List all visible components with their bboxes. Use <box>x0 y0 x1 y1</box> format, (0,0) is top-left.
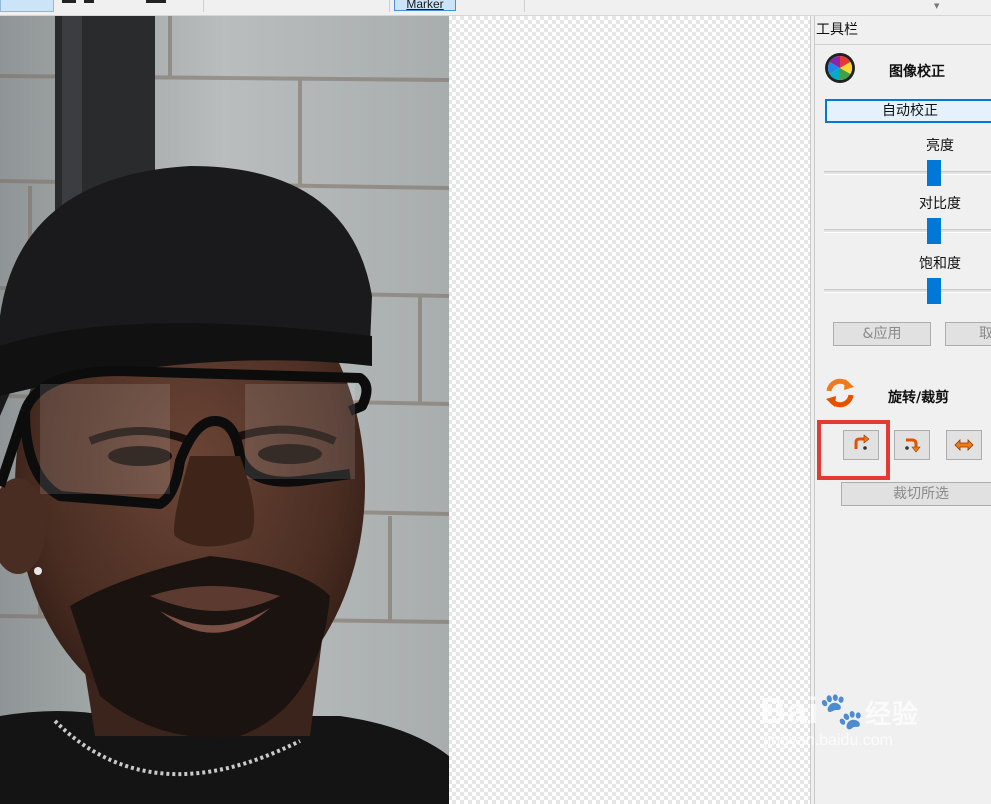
rotate-right-icon <box>905 438 921 453</box>
toolbar-glyph <box>84 0 94 3</box>
tool-panel: 工具栏 图像校正 自动校正 亮度 对比度 饱和度 &应用 取 旋转/裁剪 裁切所… <box>815 16 991 804</box>
watermark-brand: Bai <box>760 690 820 731</box>
contrast-label: 对比度 <box>919 196 961 212</box>
panel-header: 工具栏 <box>815 16 991 45</box>
saturation-slider[interactable] <box>824 289 991 293</box>
apply-button[interactable]: &应用 <box>833 322 931 346</box>
toolbar-tab-active[interactable] <box>0 0 54 12</box>
top-toolbar: Marker ▼ <box>0 0 991 16</box>
toolbar-glyph <box>62 0 76 3</box>
toolbar-tab[interactable] <box>54 0 204 12</box>
auto-correct-button[interactable]: 自动校正 <box>825 99 991 123</box>
rotate-arrows-icon <box>824 377 856 409</box>
flip-horizontal-button[interactable] <box>946 430 982 460</box>
brightness-slider[interactable] <box>824 171 991 175</box>
brightness-label: 亮度 <box>926 138 954 154</box>
section-title-rotate-crop: 旋转/裁剪 <box>888 390 950 406</box>
chevron-down-icon[interactable]: ▼ <box>934 2 939 10</box>
saturation-slider-thumb[interactable] <box>927 278 941 304</box>
contrast-slider-thumb[interactable] <box>927 218 941 244</box>
color-wheel-icon <box>824 52 856 84</box>
contrast-slider[interactable] <box>824 229 991 233</box>
annotation-highlight <box>817 420 890 480</box>
paw-icon: 🐾 <box>819 690 865 731</box>
image-canvas[interactable] <box>0 16 810 804</box>
cancel-button[interactable]: 取 <box>945 322 991 346</box>
watermark-url: jingyan.baidu.com <box>764 732 893 749</box>
section-title-image-correction: 图像校正 <box>889 64 945 80</box>
watermark-suffix: 经验 <box>864 699 919 729</box>
toolbar-glyph <box>146 0 166 3</box>
crop-selection-button[interactable]: 裁切所选 <box>841 482 991 506</box>
rotate-right-button[interactable] <box>894 430 930 460</box>
saturation-label: 饱和度 <box>919 256 961 272</box>
toolbar-tab[interactable] <box>457 0 525 12</box>
watermark: Bai🐾经验 jingyan.baidu.com <box>760 690 919 750</box>
toolbar-tab[interactable] <box>205 0 390 12</box>
flip-horizontal-icon <box>954 439 974 451</box>
photo-image <box>0 16 449 804</box>
marker-button[interactable]: Marker <box>394 0 456 11</box>
brightness-slider-thumb[interactable] <box>927 160 941 186</box>
